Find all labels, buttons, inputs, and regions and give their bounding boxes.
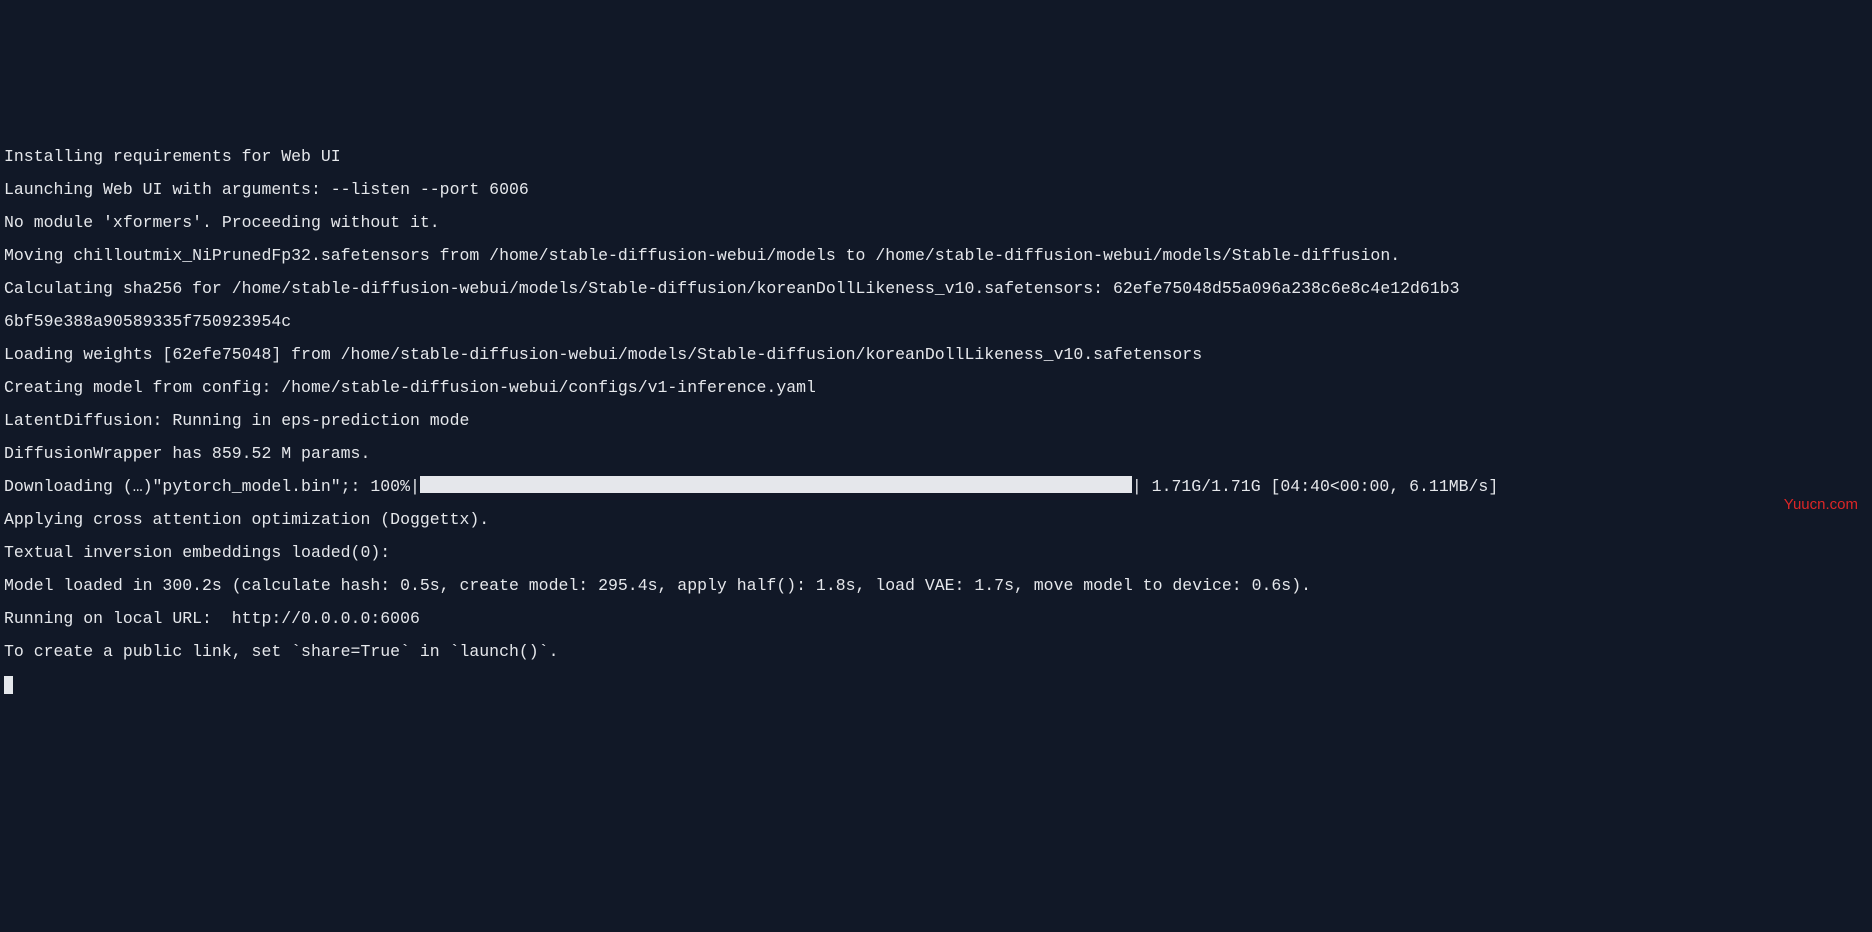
log-line: Running on local URL: http://0.0.0.0:600…: [4, 602, 1868, 635]
progress-bar: [420, 476, 1132, 493]
log-line: Calculating sha256 for /home/stable-diff…: [4, 272, 1868, 305]
terminal-cursor: [4, 676, 13, 694]
terminal-output: Installing requirements for Web UILaunch…: [4, 140, 1868, 701]
log-line: Textual inversion embeddings loaded(0):: [4, 536, 1868, 569]
download-suffix: | 1.71G/1.71G [04:40<00:00, 6.11MB/s]: [1132, 477, 1498, 496]
log-line: DiffusionWrapper has 859.52 M params.: [4, 437, 1868, 470]
log-line: Launching Web UI with arguments: --liste…: [4, 173, 1868, 206]
log-line: Applying cross attention optimization (D…: [4, 503, 1868, 536]
log-line: Loading weights [62efe75048] from /home/…: [4, 338, 1868, 371]
log-line: Creating model from config: /home/stable…: [4, 371, 1868, 404]
log-line: No module 'xformers'. Proceeding without…: [4, 206, 1868, 239]
download-progress-line: Downloading (…)"pytorch_model.bin";: 100…: [4, 470, 1868, 503]
log-line: LatentDiffusion: Running in eps-predicti…: [4, 404, 1868, 437]
log-line: Installing requirements for Web UI: [4, 140, 1868, 173]
log-line: 6bf59e388a90589335f750923954c: [4, 305, 1868, 338]
log-line: Moving chilloutmix_NiPrunedFp32.safetens…: [4, 239, 1868, 272]
log-line: To create a public link, set `share=True…: [4, 635, 1868, 668]
download-prefix: Downloading (…)"pytorch_model.bin";: 100…: [4, 477, 420, 496]
log-line: Model loaded in 300.2s (calculate hash: …: [4, 569, 1868, 602]
watermark: Yuucn.com: [1784, 490, 1858, 520]
